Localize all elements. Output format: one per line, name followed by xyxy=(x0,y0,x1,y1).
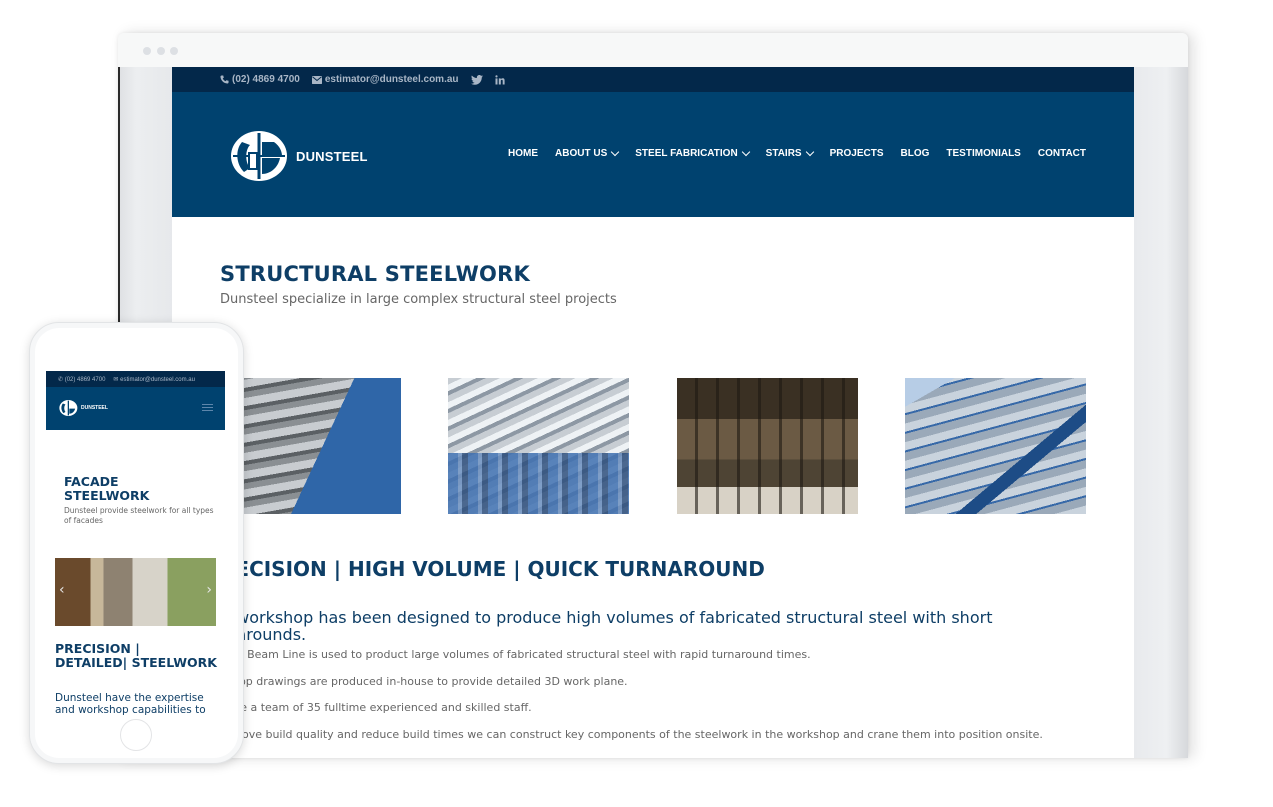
nav-contact[interactable]: CONTACT xyxy=(1038,148,1086,159)
slider-prev-icon[interactable]: ‹ xyxy=(59,582,65,598)
hamburger-menu-icon[interactable] xyxy=(202,404,213,413)
nav-about-us[interactable]: ABOUT US xyxy=(555,147,620,159)
phone-icon xyxy=(220,75,229,84)
mobile-email-address: estimator@dunsteel.com.au xyxy=(120,376,195,383)
window-dot-icon xyxy=(143,47,151,55)
contact-topbar: (02) 4869 4700 estimator@dunsteel.com.au xyxy=(172,67,1134,92)
section-lead: ir workshop has been designed to produce… xyxy=(220,608,993,644)
browser-background-right xyxy=(1134,67,1188,758)
dunsteel-logo-icon xyxy=(59,399,78,417)
site-header: DUNSTEEL HOME ABOUT US STEEL FABRICATION… xyxy=(172,92,1134,217)
body-paragraph: CNC Beam Line is used to product large v… xyxy=(220,648,811,661)
mobile-contact-topbar: ✆ (02) 4869 4700 ✉ estimator@dunsteel.co… xyxy=(46,371,225,387)
logo-wordmark: DUNSTEEL xyxy=(296,148,368,164)
page-title: STRUCTURAL STEELWORK xyxy=(220,262,530,286)
email-address: estimator@dunsteel.com.au xyxy=(324,74,459,85)
mobile-viewport: ✆ (02) 4869 4700 ✉ estimator@dunsteel.co… xyxy=(46,371,225,716)
phone-number: (02) 4869 4700 xyxy=(232,74,300,85)
nav-label: STEEL FABRICATION xyxy=(635,148,738,159)
nav-label: ABOUT US xyxy=(555,148,608,159)
nav-label: BLOG xyxy=(900,148,930,159)
email-contact[interactable]: estimator@dunsteel.com.au xyxy=(311,74,459,85)
gallery-image[interactable] xyxy=(448,378,629,514)
mobile-heading-line: DETAILED| STEELWORK xyxy=(55,655,217,670)
linkedin-icon[interactable] xyxy=(494,74,505,85)
nav-blog[interactable]: BLOG xyxy=(901,148,930,159)
browser-mockup: (02) 4869 4700 estimator@dunsteel.com.au xyxy=(118,33,1188,758)
phone-mockup: ✆ (02) 4869 4700 ✉ estimator@dunsteel.co… xyxy=(29,322,244,764)
body-paragraph: mprove build quality and reduce build ti… xyxy=(220,728,1043,741)
project-gallery xyxy=(172,378,1134,514)
phone-home-button xyxy=(120,719,152,751)
nav-steel-fabrication[interactable]: STEEL FABRICATION xyxy=(635,147,750,159)
mobile-logo-wordmark: DUNSTEEL xyxy=(81,405,108,411)
nav-label: CONTACT xyxy=(1037,148,1086,159)
mobile-header: DUNSTEEL xyxy=(46,387,225,430)
envelope-icon xyxy=(311,75,322,84)
body-paragraph: kshop drawings are produced in-house to … xyxy=(220,675,628,688)
gallery-image[interactable] xyxy=(905,378,1086,514)
mobile-section-lead: Dunsteel have the expertise and workshop… xyxy=(55,692,206,716)
nav-label: HOME xyxy=(508,148,539,159)
mobile-phone-number: (02) 4869 4700 xyxy=(64,376,106,383)
mobile-title-line: FACADE xyxy=(64,474,119,489)
nav-home[interactable]: HOME xyxy=(508,148,538,159)
chevron-down-icon xyxy=(805,147,814,157)
nav-label: PROJECTS xyxy=(829,148,884,159)
chevron-down-icon xyxy=(741,147,750,157)
chevron-down-icon xyxy=(611,147,620,157)
gallery-image[interactable] xyxy=(220,378,401,514)
nav-label: TESTIMONIALS xyxy=(946,148,1021,159)
site-logo[interactable]: DUNSTEEL xyxy=(230,128,368,184)
nav-testimonials[interactable]: TESTIMONIALS xyxy=(946,148,1020,159)
gallery-image[interactable] xyxy=(677,378,858,514)
nav-projects[interactable]: PROJECTS xyxy=(830,148,884,159)
twitter-icon[interactable] xyxy=(470,74,483,85)
phone-contact[interactable]: (02) 4869 4700 xyxy=(220,74,300,85)
body-paragraph: have a team of 35 fulltime experienced a… xyxy=(220,701,532,714)
dunsteel-logo-icon xyxy=(231,131,287,181)
nav-stairs[interactable]: STAIRS xyxy=(765,147,814,159)
mobile-heading-line: PRECISION | xyxy=(55,641,140,656)
mobile-page-subtitle: Dunsteel provide steelwork for all types… xyxy=(64,506,214,525)
mobile-phone-contact[interactable]: ✆ (02) 4869 4700 xyxy=(58,376,105,383)
page-subtitle: Dunsteel specialize in large complex str… xyxy=(220,292,617,307)
browser-titlebar xyxy=(118,33,1188,67)
window-dot-icon xyxy=(157,47,165,55)
mobile-section-heading: PRECISION | DETAILED| STEELWORK xyxy=(55,642,217,670)
section-heading: RECISION | HIGH VOLUME | QUICK TURNAROUN… xyxy=(220,557,765,581)
main-navigation: HOME ABOUT US STEEL FABRICATION STAIRS P… xyxy=(508,147,1086,159)
website-viewport: (02) 4869 4700 estimator@dunsteel.com.au xyxy=(172,67,1134,758)
mobile-page-title: FACADE STEELWORK xyxy=(64,475,149,503)
mobile-image-slider[interactable]: ‹ › xyxy=(55,558,216,626)
mobile-logo[interactable]: DUNSTEEL xyxy=(59,399,108,417)
window-dot-icon xyxy=(170,47,178,55)
nav-label: STAIRS xyxy=(765,148,802,159)
mobile-email-contact[interactable]: ✉ estimator@dunsteel.com.au xyxy=(113,376,195,383)
slider-next-icon[interactable]: › xyxy=(206,582,212,598)
mobile-title-line: STEELWORK xyxy=(64,488,150,503)
